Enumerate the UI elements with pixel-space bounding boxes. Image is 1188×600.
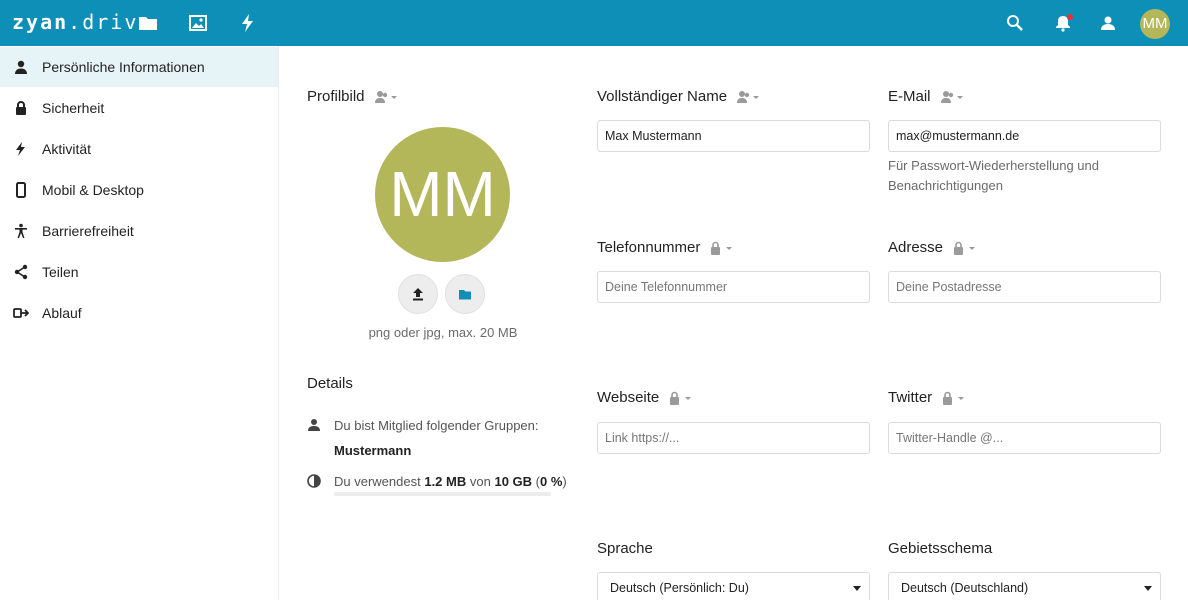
lock-scope-dropdown[interactable]: [942, 391, 966, 405]
profile-picture-label: Profilbild: [307, 88, 399, 105]
email-label: E-Mail: [888, 88, 965, 105]
folder-icon[interactable]: [138, 13, 158, 33]
locale-label: Gebietsschema: [888, 540, 993, 557]
lock-scope-dropdown[interactable]: [953, 241, 977, 255]
fullname-label: Vollständiger Name: [597, 88, 761, 105]
search-icon[interactable]: [1005, 13, 1025, 33]
sidebar-item-label: Ablauf: [42, 305, 82, 321]
avatar-hint: png oder jpg, max. 20 MB: [368, 325, 518, 340]
fullname-field[interactable]: Max Mustermann: [597, 120, 870, 152]
details-title: Details: [307, 375, 353, 392]
sidebar-item-label: Sicherheit: [42, 100, 105, 116]
website-label: Webseite: [597, 389, 693, 406]
groups-info: Du bist Mitglied folgender Gruppen: Must…: [307, 418, 539, 459]
sidebar-item-sharing[interactable]: Teilen: [0, 252, 278, 292]
sidebar-item-label: Aktivität: [42, 141, 92, 157]
chevron-down-icon: [1144, 586, 1152, 591]
visibility-scope-dropdown[interactable]: [374, 90, 399, 104]
sidebar-item-personal-info[interactable]: Persönliche Informationen: [0, 47, 278, 87]
website-field[interactable]: Link https://...: [597, 422, 870, 454]
twitter-field[interactable]: Twitter-Handle @...: [888, 422, 1161, 454]
upload-icon: [413, 288, 423, 301]
address-label: Adresse: [888, 239, 977, 256]
address-field[interactable]: Deine Postadresse: [888, 271, 1161, 303]
top-header: zyan.drive MM: [0, 0, 1188, 46]
user-avatar[interactable]: MM: [1140, 9, 1170, 39]
sidebar-item-security[interactable]: Sicherheit: [0, 88, 278, 128]
contacts-icon[interactable]: [1098, 13, 1118, 33]
image-icon[interactable]: [188, 13, 208, 33]
accessibility-icon: [13, 223, 29, 239]
app-logo[interactable]: zyan.drive: [12, 10, 152, 34]
sidebar-item-label: Persönliche Informationen: [42, 59, 205, 75]
email-field[interactable]: max@mustermann.de: [888, 120, 1161, 152]
share-icon: [13, 264, 29, 280]
sidebar-item-label: Barrierefreiheit: [42, 223, 134, 239]
flash-icon[interactable]: [238, 13, 258, 33]
phone-field[interactable]: Deine Telefonnummer: [597, 271, 870, 303]
user-icon: [13, 59, 29, 75]
language-label: Sprache: [597, 540, 653, 557]
pie-chart-icon: [307, 474, 321, 489]
twitter-label: Twitter: [888, 389, 966, 406]
user-icon: [307, 418, 321, 459]
lock-icon: [13, 100, 29, 116]
upload-avatar-button[interactable]: [398, 274, 438, 314]
phone-label: Telefonnummer: [597, 239, 734, 256]
sidebar-item-accessibility[interactable]: Barrierefreiheit: [0, 211, 278, 251]
sidebar-item-mobile-desktop[interactable]: Mobil & Desktop: [0, 170, 278, 210]
group-name: Mustermann: [334, 443, 412, 458]
profile-avatar: MM: [375, 127, 510, 262]
visibility-scope-dropdown[interactable]: [940, 90, 965, 104]
chevron-down-icon: [853, 586, 861, 591]
quota-progress-bar: [334, 492, 551, 496]
language-select[interactable]: Deutsch (Persönlich: Du): [597, 572, 870, 600]
flash-icon: [13, 141, 29, 157]
sidebar-item-flow[interactable]: Ablauf: [0, 293, 278, 333]
sidebar-item-label: Teilen: [42, 264, 79, 280]
notification-badge: [1067, 14, 1073, 20]
lock-scope-dropdown[interactable]: [669, 391, 693, 405]
quota-info: Du verwendest 1.2 MB von 10 GB (0 %): [307, 474, 567, 489]
folder-icon: [459, 290, 471, 300]
email-help-text: Für Passwort-Wiederherstellung und Benach…: [888, 158, 1099, 193]
locale-select[interactable]: Deutsch (Deutschland): [888, 572, 1161, 600]
visibility-scope-dropdown[interactable]: [737, 90, 761, 104]
choose-from-files-button[interactable]: [445, 274, 485, 314]
flow-icon: [13, 305, 29, 321]
lock-scope-dropdown[interactable]: [710, 241, 734, 255]
sidebar-item-label: Mobil & Desktop: [42, 182, 144, 198]
settings-sidebar: Persönliche Informationen Sicherheit Akt…: [0, 46, 279, 600]
phone-icon: [13, 182, 29, 198]
sidebar-item-activity[interactable]: Aktivität: [0, 129, 278, 169]
